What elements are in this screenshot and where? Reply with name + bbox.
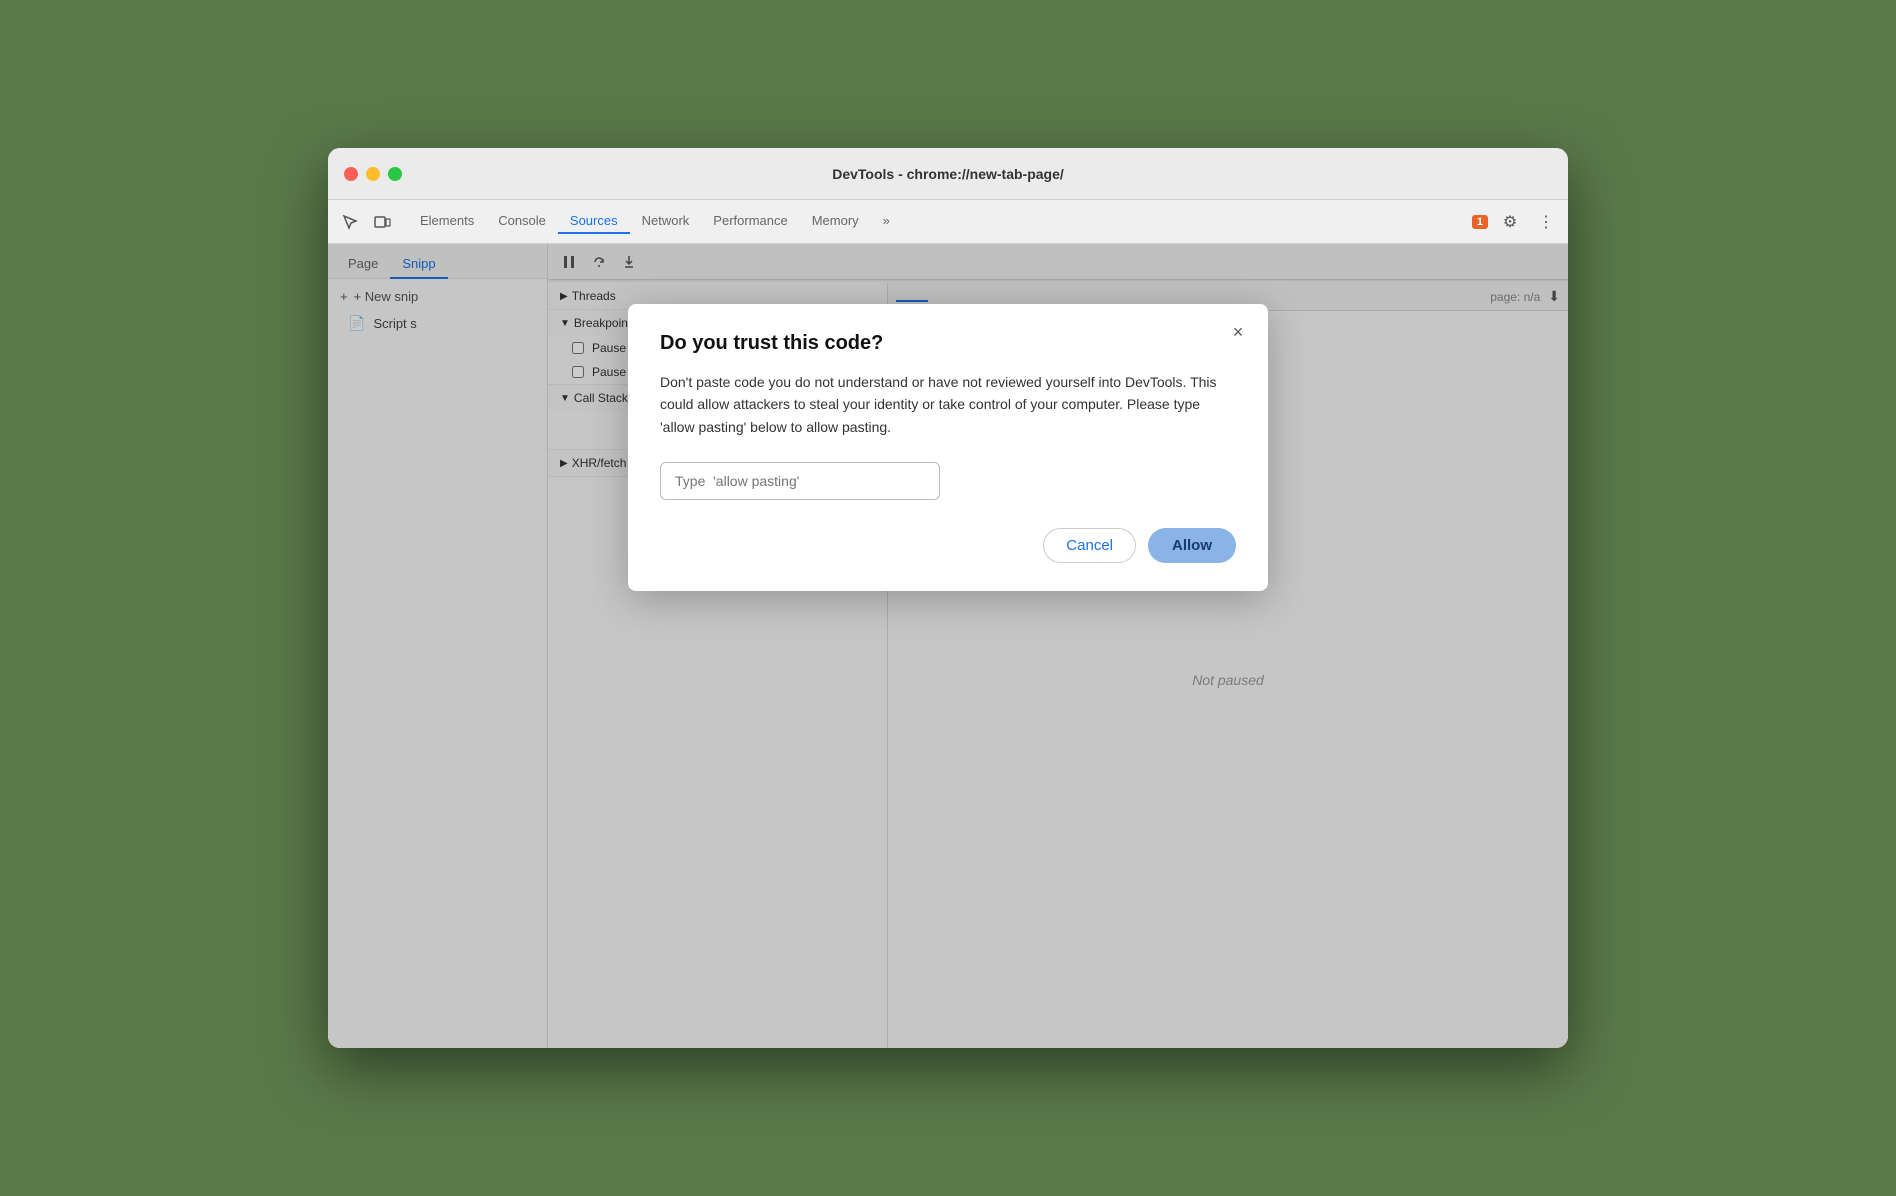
selector-tool-icon[interactable] [336, 208, 364, 236]
devtools-window: DevTools - chrome://new-tab-page/ Elemen… [328, 148, 1568, 1048]
notification-badge: 1 [1472, 215, 1488, 229]
more-options-icon[interactable]: ⋮ [1532, 208, 1560, 236]
tab-performance[interactable]: Performance [701, 209, 799, 234]
tab-elements[interactable]: Elements [408, 209, 486, 234]
minimize-button[interactable] [366, 167, 380, 181]
trust-code-dialog: × Do you trust this code? Don't paste co… [628, 304, 1268, 591]
title-bar: DevTools - chrome://new-tab-page/ [328, 148, 1568, 200]
modal-close-button[interactable]: × [1224, 318, 1252, 346]
cancel-button[interactable]: Cancel [1043, 528, 1136, 563]
close-icon: × [1233, 322, 1244, 343]
modal-body: Don't paste code you do not understand o… [660, 371, 1236, 438]
tab-network[interactable]: Network [630, 209, 702, 234]
modal-title: Do you trust this code? [660, 332, 1236, 355]
traffic-lights [344, 167, 402, 181]
devtools-body: Elements Console Sources Network Perform… [328, 200, 1568, 1048]
devtools-tabs: Elements Console Sources Network Perform… [408, 209, 902, 234]
tab-console[interactable]: Console [486, 209, 558, 234]
window-title: DevTools - chrome://new-tab-page/ [832, 166, 1064, 182]
devtools-toolbar: Elements Console Sources Network Perform… [328, 200, 1568, 244]
settings-icon[interactable]: ⚙ [1496, 208, 1524, 236]
toolbar-right: 1 ⚙ ⋮ [1472, 208, 1560, 236]
device-toggle-icon[interactable] [368, 208, 396, 236]
modal-buttons: Cancel Allow [660, 528, 1236, 563]
tab-sources[interactable]: Sources [558, 209, 630, 234]
modal-overlay: × Do you trust this code? Don't paste co… [328, 244, 1568, 1048]
close-button[interactable] [344, 167, 358, 181]
tab-more[interactable]: » [871, 209, 902, 234]
devtools-main: Page Snipp + + New snip 📄 Script s [328, 244, 1568, 1048]
maximize-button[interactable] [388, 167, 402, 181]
allow-button[interactable]: Allow [1148, 528, 1236, 563]
allow-pasting-input[interactable] [660, 462, 940, 500]
tab-memory[interactable]: Memory [800, 209, 871, 234]
